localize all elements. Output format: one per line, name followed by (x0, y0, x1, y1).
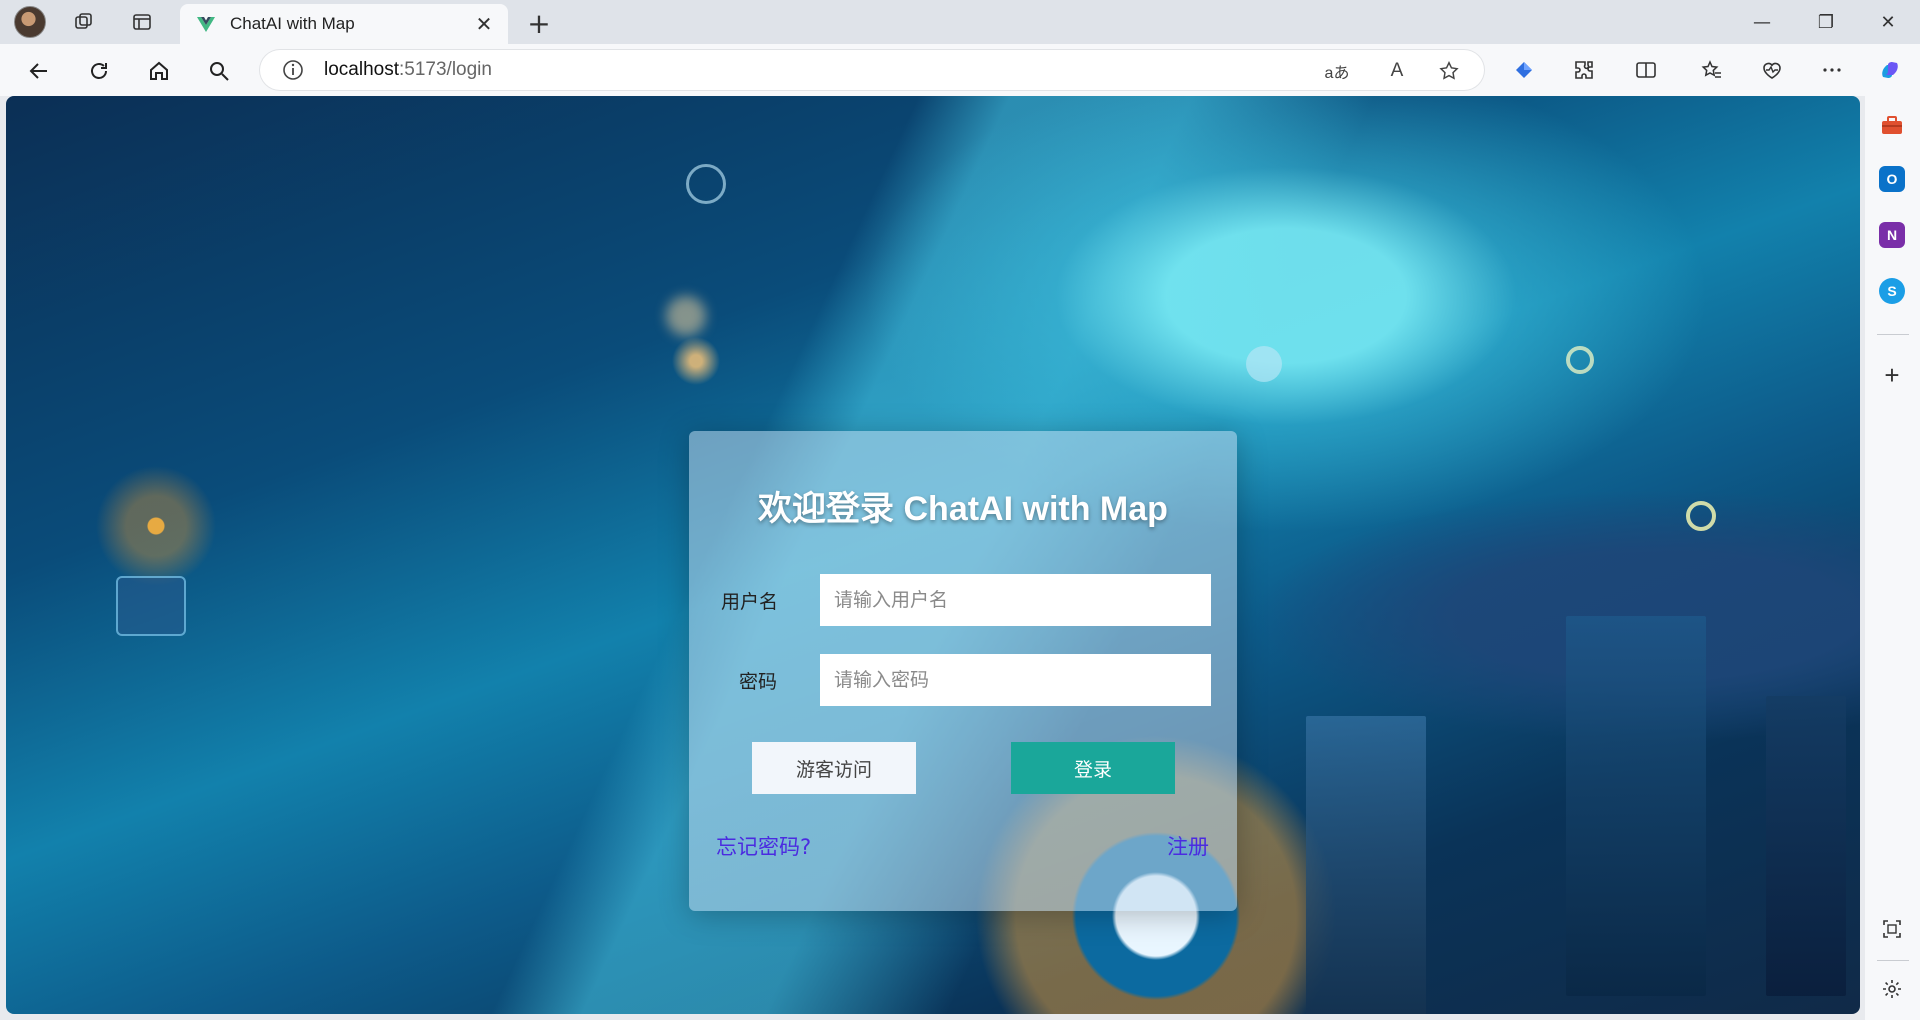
browser-essentials-icon[interactable] (1758, 56, 1786, 84)
skype-icon[interactable]: S (1879, 278, 1905, 304)
url-text[interactable]: localhost:5173/login (324, 59, 492, 81)
background-marker (1566, 346, 1594, 374)
screenshot-capture-icon[interactable] (1879, 916, 1905, 942)
address-bar[interactable]: localhost:5173/login aあ A (260, 50, 1484, 90)
new-tab-button[interactable]: + (524, 7, 554, 40)
onenote-icon[interactable]: N (1879, 222, 1905, 248)
restore-button[interactable]: ❐ (1806, 8, 1846, 36)
login-button[interactable]: 登录 (1011, 742, 1175, 794)
browser-toolbar: localhost:5173/login aあ A (0, 44, 1920, 96)
background-building (1306, 716, 1426, 1014)
minimize-button[interactable]: — (1742, 8, 1782, 36)
outlook-icon[interactable]: O (1879, 166, 1905, 192)
forgot-password-link[interactable]: 忘记密码? (716, 831, 811, 861)
login-title: 欢迎登录 ChatAI with Map (758, 490, 1168, 528)
vertical-tabs-icon[interactable] (130, 10, 154, 34)
edge-sidebar: O N S + (1865, 96, 1920, 1020)
register-link[interactable]: 注册 (1167, 831, 1209, 861)
login-card: 欢迎登录 ChatAI with Map 用户名 密码 游客访问 登录 忘记密码… (689, 431, 1237, 911)
settings-gear-icon[interactable] (1879, 976, 1905, 1002)
sidebar-divider (1877, 960, 1909, 961)
profile-avatar[interactable] (14, 6, 46, 38)
favorite-star-icon[interactable] (1436, 58, 1462, 84)
toolbox-icon[interactable] (1879, 112, 1905, 138)
extension-diamond-icon[interactable] (1510, 56, 1538, 84)
background-building (1566, 616, 1706, 996)
home-icon[interactable] (144, 56, 174, 86)
read-aloud-icon[interactable]: A (1384, 58, 1410, 84)
tab-chatai[interactable]: ChatAI with Map ✕ (180, 4, 508, 44)
sidebar-divider (1877, 334, 1909, 335)
back-icon[interactable] (24, 56, 54, 86)
tab-strip: ChatAI with Map ✕ + — ❐ ✕ (0, 0, 1920, 44)
refresh-icon[interactable] (84, 56, 114, 86)
username-input[interactable] (820, 574, 1211, 626)
more-menu-icon[interactable] (1818, 56, 1846, 84)
background-building (1766, 696, 1846, 996)
page-background: 欢迎登录 ChatAI with Map 用户名 密码 游客访问 登录 忘记密码… (6, 96, 1860, 1014)
favorites-icon[interactable] (1698, 56, 1726, 84)
translate-icon[interactable]: aあ (1324, 58, 1350, 84)
split-screen-icon[interactable] (1632, 56, 1660, 84)
vue-logo-icon (197, 17, 215, 32)
add-sidebar-app-button[interactable]: + (1879, 360, 1905, 390)
search-icon[interactable] (204, 56, 234, 86)
background-light (666, 296, 706, 336)
username-label: 用户名 (721, 591, 779, 613)
map-pin-icon (1246, 346, 1282, 382)
background-marker (1686, 501, 1716, 531)
window-close-button[interactable]: ✕ (1868, 8, 1908, 36)
password-input[interactable] (820, 654, 1211, 706)
workspaces-icon[interactable] (72, 10, 96, 34)
password-label: 密码 (739, 671, 778, 693)
tab-close-icon[interactable]: ✕ (470, 10, 498, 38)
background-marker (686, 164, 726, 204)
copilot-icon[interactable] (1876, 56, 1904, 84)
site-info-icon[interactable] (282, 59, 304, 81)
background-panel (116, 576, 186, 636)
tab-title: ChatAI with Map (230, 14, 355, 33)
extensions-puzzle-icon[interactable] (1570, 56, 1598, 84)
guest-access-button[interactable]: 游客访问 (752, 742, 916, 794)
